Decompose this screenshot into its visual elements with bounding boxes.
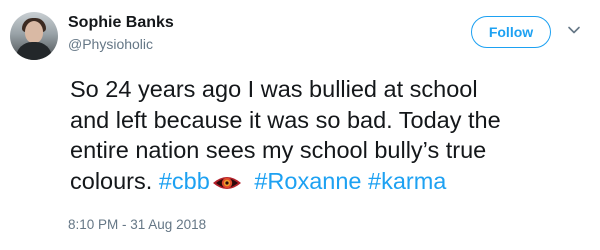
hashtag-roxanne[interactable]: #Roxanne [254, 168, 361, 194]
tweet-line-text: colours. [70, 167, 153, 194]
chevron-down-icon[interactable] [566, 22, 582, 38]
follow-button[interactable]: Follow [471, 16, 551, 48]
avatar[interactable] [10, 12, 58, 60]
tweet-line: entire nation sees my school bully’s tru… [70, 137, 487, 163]
tweet-line-last: colours. #cbb #Roxanne #karma [70, 166, 585, 197]
avatar-face [25, 21, 43, 43]
tweet-card: Sophie Banks @Physioholic Follow So 24 y… [0, 0, 600, 250]
hashtag-cbb[interactable]: #cbb [159, 168, 210, 194]
avatar-body [16, 42, 52, 60]
hashtag-karma[interactable]: #karma [368, 168, 446, 194]
user-handle[interactable]: @Physioholic [68, 36, 153, 52]
tweet-line: and left because it was so bad. Today th… [70, 106, 501, 133]
user-name[interactable]: Sophie Banks [68, 14, 174, 32]
tweet-line: So 24 years ago I was bullied at school [70, 76, 478, 102]
tweet-text: So 24 years ago I was bullied at school … [70, 74, 585, 196]
tweet-timestamp[interactable]: 8:10 PM - 31 Aug 2018 [68, 217, 206, 232]
big-brother-eye-icon [212, 176, 241, 189]
